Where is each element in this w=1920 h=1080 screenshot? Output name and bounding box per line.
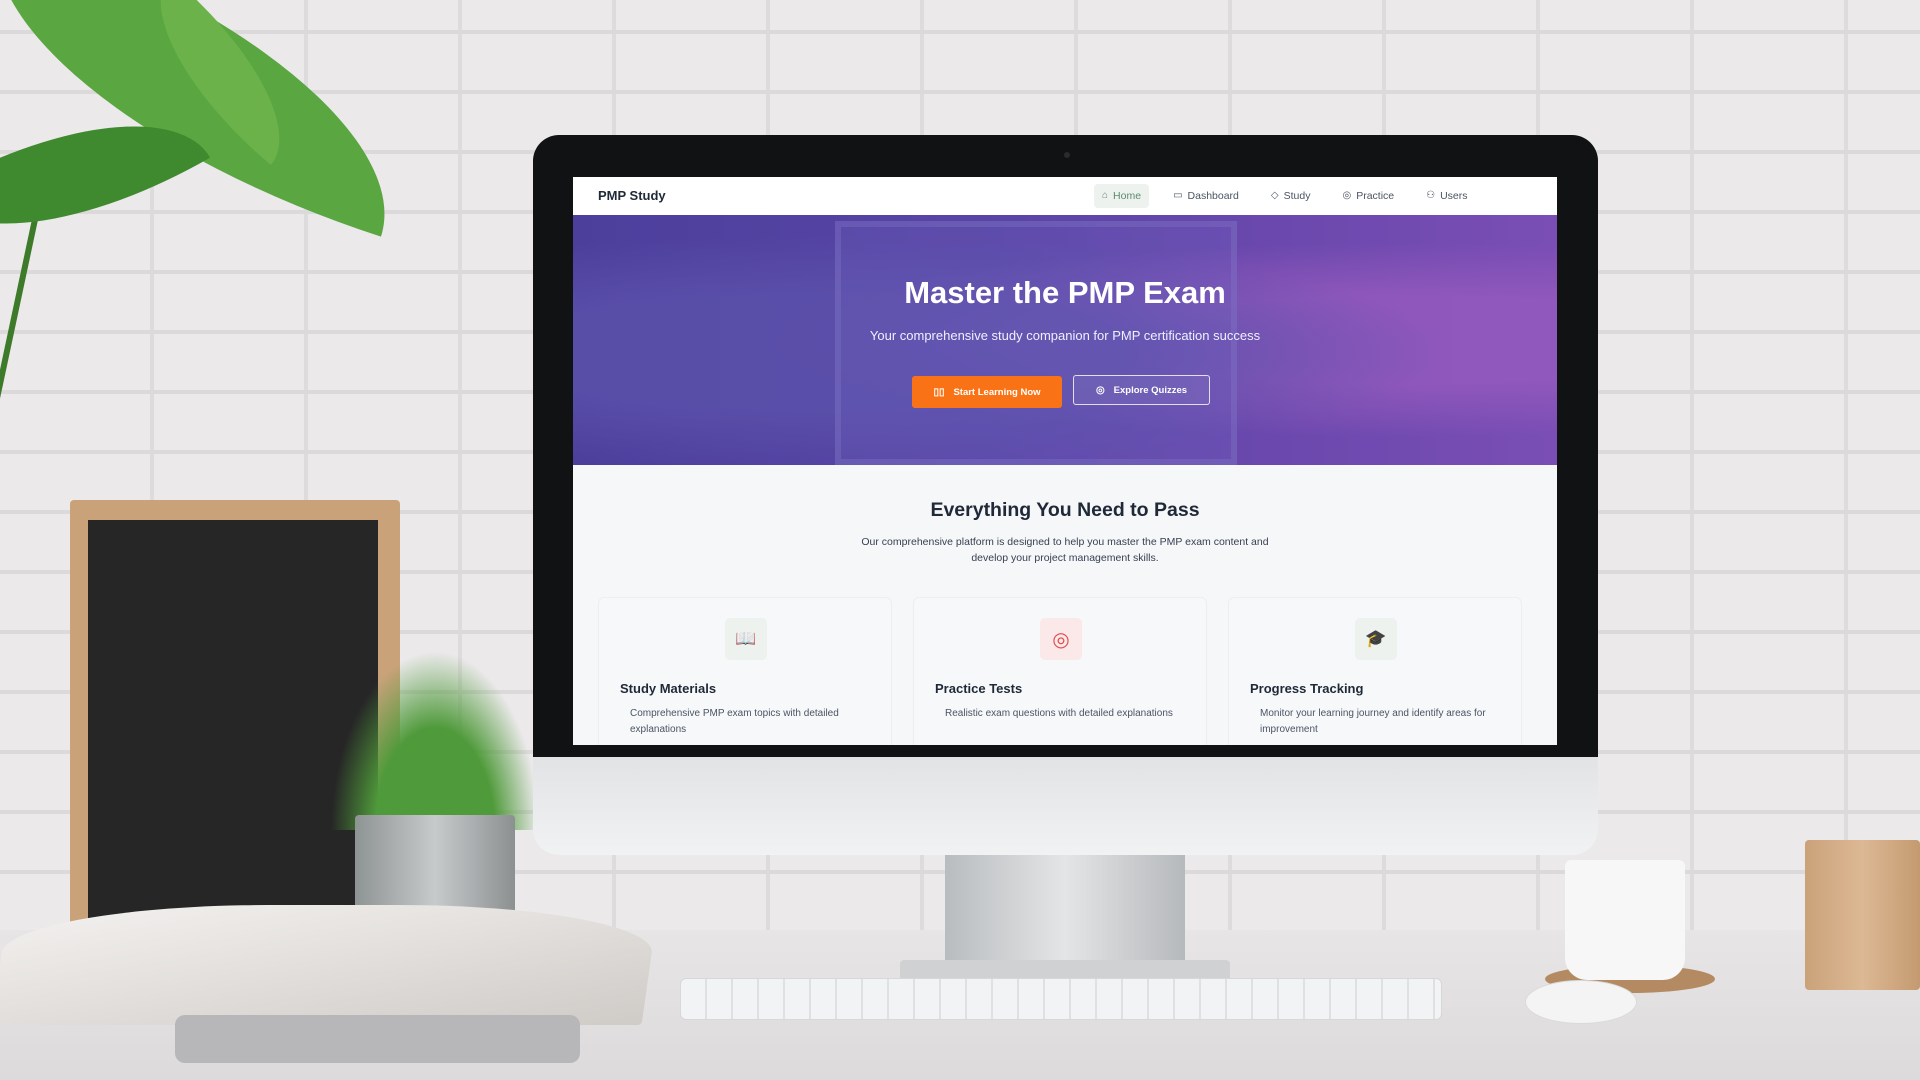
keyboard — [680, 978, 1442, 1020]
nav-item-study[interactable]: ◇ Study — [1263, 184, 1319, 208]
card-description: Monitor your learning journey and identi… — [1260, 708, 1486, 735]
features-title: Everything You Need to Pass — [930, 499, 1200, 521]
book-icon: ▭ — [1173, 190, 1183, 201]
features-description: Our comprehensive platform is designed t… — [861, 536, 1269, 564]
explore-quizzes-button[interactable]: ◎ Explore Quizzes — [1073, 375, 1210, 405]
card-title: Practice Tests — [935, 681, 1023, 696]
home-icon: ⌂ — [1102, 190, 1109, 201]
card-description: Comprehensive PMP exam topics with detai… — [630, 708, 839, 735]
hero-subtitle: Your comprehensive study companion for P… — [869, 328, 1261, 343]
pencil-cup — [1805, 840, 1920, 990]
button-label: Explore Quizzes — [1113, 384, 1188, 396]
target-icon: ◎ — [1095, 384, 1105, 396]
monitor-screen: PMP Study ⌂ Home ▭ Dashboard ◇ Study ◎ P… — [573, 177, 1557, 745]
nav-item-users[interactable]: ⚇ Users — [1418, 184, 1475, 208]
book-open-icon: ▯▯ — [933, 386, 945, 398]
start-learning-button[interactable]: ▯▯ Start Learning Now — [912, 376, 1062, 408]
top-navbar: PMP Study ⌂ Home ▭ Dashboard ◇ Study ◎ P… — [573, 177, 1557, 216]
card-description: Realistic exam questions with detailed e… — [945, 708, 1173, 719]
target-icon: ◎ — [1040, 618, 1082, 660]
nav-item-practice[interactable]: ◎ Practice — [1334, 184, 1402, 208]
webcam — [1064, 152, 1070, 158]
nav-item-home[interactable]: ⌂ Home — [1094, 184, 1150, 208]
potted-grass — [330, 650, 540, 830]
nav-item-label: Users — [1440, 190, 1468, 202]
open-book — [0, 905, 659, 1025]
hero-banner: Master the PMP Exam Your comprehensive s… — [573, 215, 1557, 465]
nav-item-label: Dashboard — [1187, 190, 1239, 202]
graduation-cap-icon: ◇ — [1270, 190, 1279, 201]
coffee-mug — [1565, 860, 1685, 980]
feature-card-study-materials[interactable]: 📖 Study Materials Comprehensive PMP exam… — [598, 597, 892, 745]
hero-title: Master the PMP Exam — [904, 275, 1226, 310]
mouse — [1525, 980, 1637, 1024]
button-label: Start Learning Now — [953, 386, 1041, 398]
nav-item-dashboard[interactable]: ▭ Dashboard — [1165, 184, 1247, 208]
users-icon: ⚇ — [1426, 190, 1436, 201]
book-open-icon: 📖 — [725, 618, 767, 660]
nav-item-label: Home — [1113, 190, 1142, 202]
tablet-device — [175, 1015, 580, 1063]
card-title: Study Materials — [620, 681, 717, 696]
nav-menu: ⌂ Home ▭ Dashboard ◇ Study ◎ Practice ⚇ … — [1094, 182, 1492, 210]
card-title: Progress Tracking — [1250, 681, 1364, 696]
nav-item-label: Study — [1283, 190, 1311, 202]
feature-card-progress-tracking[interactable]: 🎓 Progress Tracking Monitor your learnin… — [1228, 597, 1522, 745]
target-icon: ◎ — [1342, 190, 1352, 201]
brand-logo[interactable]: PMP Study — [598, 188, 666, 203]
nav-item-label: Practice — [1356, 190, 1395, 202]
hero-background-photo — [835, 221, 1237, 465]
feature-card-practice-tests[interactable]: ◎ Practice Tests Realistic exam question… — [913, 597, 1207, 745]
graduation-cap-icon: 🎓 — [1355, 618, 1397, 660]
